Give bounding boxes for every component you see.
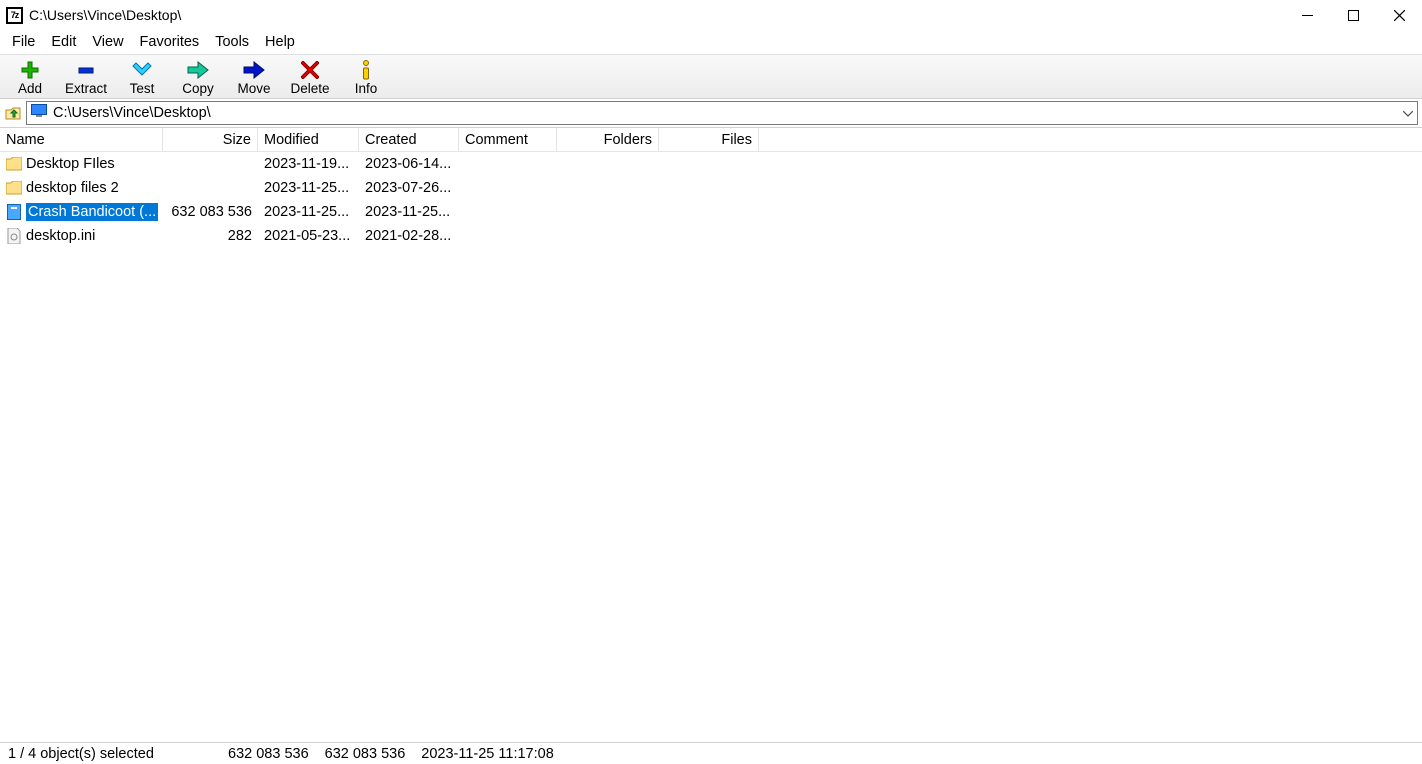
path-bar <box>0 99 1422 128</box>
col-header-files[interactable]: Files <box>659 128 759 151</box>
column-headers: Name Size Modified Created Comment Folde… <box>0 128 1422 152</box>
menu-edit[interactable]: Edit <box>43 32 84 52</box>
folder-icon <box>6 180 22 196</box>
file-created: 2023-06-14... <box>359 156 459 172</box>
file-name: Desktop FIles <box>26 156 115 172</box>
window-title: C:\Users\Vince\Desktop\ <box>29 7 1284 23</box>
add-button[interactable]: Add <box>6 59 54 96</box>
extract-button[interactable]: Extract <box>62 59 110 96</box>
table-row[interactable]: desktop files 2 2023-11-25...2023-07-26..… <box>0 176 1422 200</box>
delete-label: Delete <box>290 81 329 96</box>
table-row[interactable]: Desktop FIles 2023-11-19...2023-06-14... <box>0 152 1422 176</box>
status-size-1: 632 083 536 <box>220 746 317 762</box>
file-name: Crash Bandicoot (... <box>28 204 156 220</box>
title-bar: 7z C:\Users\Vince\Desktop\ <box>0 0 1422 30</box>
test-button[interactable]: Test <box>118 59 166 96</box>
chevron-down-icon[interactable] <box>1403 104 1413 122</box>
table-row[interactable]: Crash Bandicoot (...632 083 5362023-11-2… <box>0 200 1422 224</box>
table-row[interactable]: desktop.ini 2822021-05-23...2021-02-28... <box>0 224 1422 248</box>
up-folder-button[interactable] <box>4 104 22 122</box>
copy-button[interactable]: Copy <box>174 59 222 96</box>
folder-icon <box>6 156 22 172</box>
extract-label: Extract <box>65 81 107 96</box>
plus-icon <box>20 59 40 81</box>
minus-icon <box>76 59 96 81</box>
ini-icon <box>6 228 22 244</box>
test-label: Test <box>130 81 155 96</box>
file-modified: 2023-11-25... <box>258 204 359 220</box>
info-label: Info <box>355 81 378 96</box>
add-label: Add <box>18 81 42 96</box>
check-icon <box>131 59 153 81</box>
path-input[interactable] <box>51 104 1413 122</box>
status-size-2: 632 083 536 <box>317 746 414 762</box>
info-icon <box>360 59 372 81</box>
info-button[interactable]: Info <box>342 59 390 96</box>
menu-tools[interactable]: Tools <box>207 32 257 52</box>
status-datetime: 2023-11-25 11:17:08 <box>413 746 562 762</box>
menu-bar: File Edit View Favorites Tools Help <box>0 30 1422 54</box>
file-name: desktop files 2 <box>26 180 119 196</box>
file-modified: 2023-11-19... <box>258 156 359 172</box>
monitor-icon <box>31 104 47 123</box>
menu-help[interactable]: Help <box>257 32 303 52</box>
menu-favorites[interactable]: Favorites <box>132 32 208 52</box>
col-header-comment[interactable]: Comment <box>459 128 557 151</box>
path-combobox[interactable] <box>26 101 1418 125</box>
file-list[interactable]: Desktop FIles 2023-11-19...2023-06-14... d… <box>0 152 1422 742</box>
menu-file[interactable]: File <box>4 32 43 52</box>
file-size: 282 <box>163 228 258 244</box>
col-header-modified[interactable]: Modified <box>258 128 359 151</box>
7zip-app-icon: 7z <box>6 7 23 24</box>
move-label: Move <box>237 81 270 96</box>
close-button[interactable] <box>1376 0 1422 30</box>
col-header-name[interactable]: Name <box>0 128 163 151</box>
file-created: 2023-07-26... <box>359 180 459 196</box>
toolbar: Add Extract Test Copy Move Delete Info <box>0 54 1422 99</box>
delete-button[interactable]: Delete <box>286 59 334 96</box>
file-created: 2021-02-28... <box>359 228 459 244</box>
copy-label: Copy <box>182 81 214 96</box>
status-selection: 1 / 4 object(s) selected <box>0 746 220 762</box>
arrow-right-outline-icon <box>187 59 209 81</box>
file-modified: 2023-11-25... <box>258 180 359 196</box>
file-modified: 2021-05-23... <box>258 228 359 244</box>
col-header-created[interactable]: Created <box>359 128 459 151</box>
minimize-button[interactable] <box>1284 0 1330 30</box>
col-header-size[interactable]: Size <box>163 128 258 151</box>
arrow-right-solid-icon <box>243 59 265 81</box>
menu-view[interactable]: View <box>84 32 131 52</box>
col-header-folders[interactable]: Folders <box>557 128 659 151</box>
file-name: desktop.ini <box>26 228 95 244</box>
status-bar: 1 / 4 object(s) selected 632 083 536 632… <box>0 742 1422 764</box>
maximize-button[interactable] <box>1330 0 1376 30</box>
file-created: 2023-11-25... <box>359 204 459 220</box>
move-button[interactable]: Move <box>230 59 278 96</box>
file-size: 632 083 536 <box>163 204 258 220</box>
archive-icon <box>6 204 22 220</box>
x-icon <box>301 59 319 81</box>
